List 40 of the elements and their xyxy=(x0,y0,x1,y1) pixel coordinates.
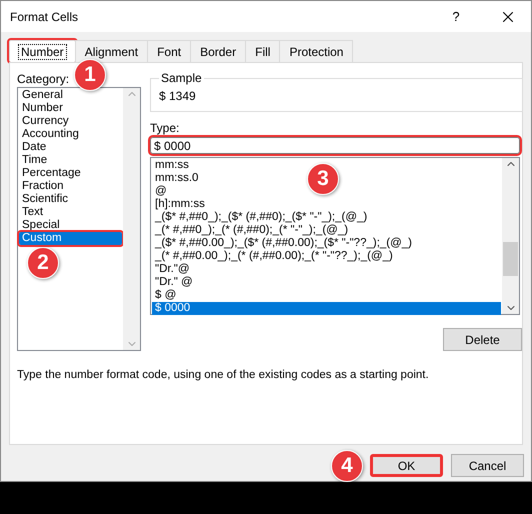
category-item[interactable]: Currency xyxy=(19,115,71,128)
sample-value: $ 1349 xyxy=(159,89,196,103)
format-item[interactable]: mm:ss xyxy=(152,159,191,172)
format-list[interactable] xyxy=(150,157,520,315)
format-item[interactable]: _(* #,##0.00_);_(* (#,##0.00);_(* "-"??_);_(@_) xyxy=(152,250,395,263)
category-item[interactable]: Custom xyxy=(19,232,122,245)
tab[interactable]: Protection xyxy=(279,40,354,62)
format-item[interactable]: _($* #,##0_);_($* (#,##0);_($* "-"_);_(@_) xyxy=(152,211,370,224)
format-item[interactable]: mm:ss.0 xyxy=(152,172,200,185)
category-item[interactable]: Date xyxy=(19,141,48,154)
window-title: Format Cells xyxy=(10,10,80,24)
format-item[interactable]: $ @ xyxy=(152,289,178,302)
category-item[interactable]: Special xyxy=(19,219,62,232)
delete-button[interactable]: Delete xyxy=(443,328,522,351)
category-item[interactable]: General xyxy=(19,89,65,102)
tab[interactable]: Number xyxy=(9,40,76,62)
category-item[interactable]: Scientific xyxy=(19,193,70,206)
category-item[interactable]: Percentage xyxy=(19,167,83,180)
format-item[interactable]: _(* #,##0_);_(* (#,##0);_(* "-"_);_(@_) xyxy=(152,224,350,237)
format-item[interactable]: $ 0000 xyxy=(152,302,501,315)
type-label: Type: xyxy=(150,120,180,136)
category-item[interactable]: Time xyxy=(19,154,50,167)
sample-label: Sample xyxy=(160,71,203,85)
format-item[interactable]: "Dr."@ xyxy=(152,263,192,276)
category-item[interactable]: Fraction xyxy=(19,180,66,193)
category-label: Category: xyxy=(17,71,70,87)
format-item[interactable]: _($* #,##0.00_);_($* (#,##0.00);_($* "-"??_);_(@_) xyxy=(152,237,414,250)
scrollbar-thumb[interactable] xyxy=(503,242,518,276)
tab[interactable]: Alignment xyxy=(74,40,148,62)
format-item[interactable]: "Dr." @ xyxy=(152,276,195,289)
category-item[interactable]: Text xyxy=(19,206,46,219)
format-item[interactable]: @ xyxy=(152,185,169,198)
category-item[interactable]: Number xyxy=(19,102,65,115)
format-item[interactable]: [h]:mm:ss xyxy=(152,198,207,211)
ok-button[interactable]: OK xyxy=(370,454,443,477)
category-item[interactable]: Accounting xyxy=(19,128,81,141)
type-field[interactable]: $ 0000 xyxy=(150,137,520,154)
help-button[interactable]: ? xyxy=(441,9,471,24)
description-text: Type the number format code, using one of the existing codes as a starting point. xyxy=(17,369,430,381)
cancel-button[interactable]: Cancel xyxy=(451,454,524,477)
